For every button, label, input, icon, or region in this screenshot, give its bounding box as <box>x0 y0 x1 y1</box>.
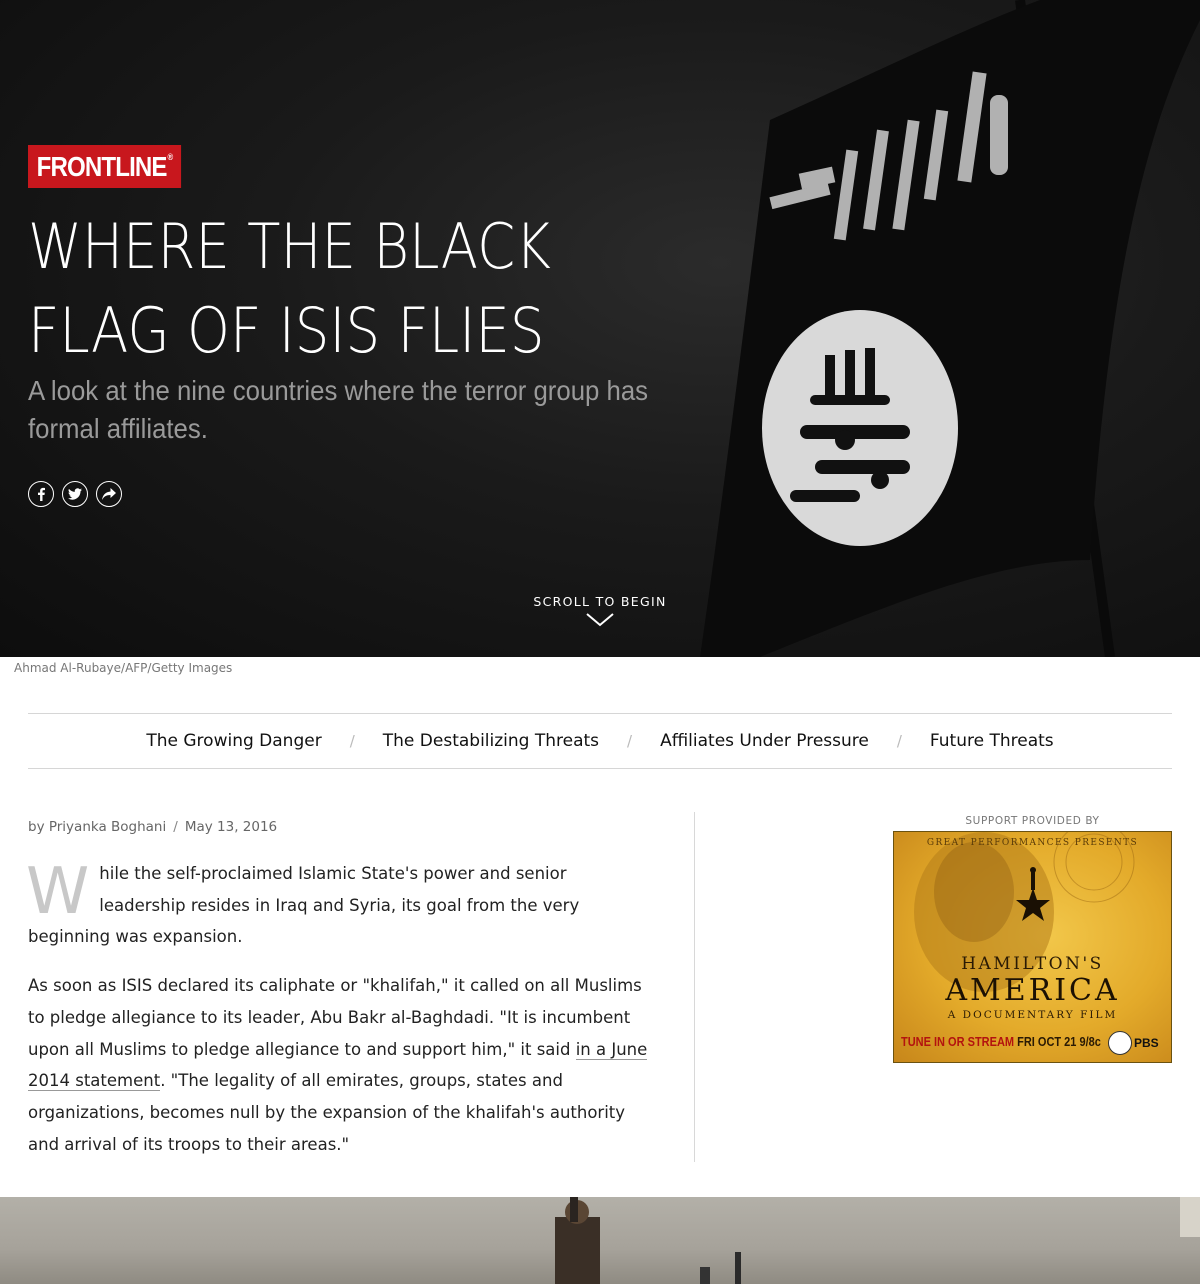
share-buttons <box>28 481 122 507</box>
nav-separator: / <box>349 732 355 750</box>
chapter-nav: The Growing Danger / The Destabilizing T… <box>28 713 1172 769</box>
photo-credit: Ahmad Al-Rubaye/AFP/Getty Images <box>14 661 233 675</box>
pbs-logo-icon <box>1108 1031 1132 1055</box>
ad-presenter: GREAT PERFORMANCES PRESENTS <box>926 838 1139 848</box>
chevron-down-icon <box>586 613 614 627</box>
paragraph-text: hile the self-proclaimed Islamic State's… <box>28 864 580 947</box>
ad-title-america: AMERICA <box>945 973 1120 1008</box>
scroll-to-begin[interactable]: SCROLL TO BEGIN <box>500 594 700 627</box>
facebook-icon[interactable] <box>28 481 54 507</box>
paragraph: While the self-proclaimed Islamic State'… <box>26 855 648 953</box>
paragraph-text: As soon as ISIS declared its caliphate o… <box>28 976 642 1059</box>
sponsor-label: SUPPORT PROVIDED BY <box>965 815 1100 827</box>
hero: FRONTLINE® WHERE THE BLACK FLAG OF ISIS … <box>0 0 1200 657</box>
twitter-icon[interactable] <box>62 481 88 507</box>
page-title: WHERE THE BLACK FLAG OF ISIS FLIES <box>28 210 551 367</box>
ad-portrait <box>914 832 1135 992</box>
section-photo <box>0 1197 1200 1284</box>
sponsor-ad[interactable]: GREAT PERFORMANCES PRESENTS HAMILTON'S A… <box>893 831 1172 1063</box>
page-subtitle: A look at the nine countries where the t… <box>28 375 649 444</box>
frontline-logo[interactable]: FRONTLINE® <box>28 145 181 188</box>
article-body: While the self-proclaimed Islamic State'… <box>26 855 648 1177</box>
nav-item-destabilizing-threats[interactable]: The Destabilizing Threats <box>383 731 599 751</box>
nav-item-future-threats[interactable]: Future Threats <box>930 731 1054 751</box>
byline-separator: / <box>173 819 178 835</box>
nav-separator: / <box>627 732 633 750</box>
column-divider <box>694 812 695 1162</box>
paragraph: As soon as ISIS declared its caliphate o… <box>28 970 648 1160</box>
author[interactable]: by Priyanka Boghani <box>28 819 166 835</box>
ad-title-hamilton: HAMILTON'S <box>961 954 1104 974</box>
byline: by Priyanka Boghani / May 13, 2016 <box>28 819 277 835</box>
drop-cap: W <box>26 855 90 929</box>
scroll-label: SCROLL TO BEGIN <box>533 594 667 609</box>
nav-item-affiliates-under-pressure[interactable]: Affiliates Under Pressure <box>660 731 869 751</box>
pbs-label: PBS <box>1134 1036 1159 1050</box>
ad-airtime: TUNE IN OR STREAM FRI OCT 21 9/8c <box>901 1035 1101 1049</box>
publish-date: May 13, 2016 <box>184 819 278 835</box>
nav-separator: / <box>896 732 902 750</box>
share-icon[interactable] <box>96 481 122 507</box>
ad-subtitle: A DOCUMENTARY FILM <box>947 1009 1118 1021</box>
fighters-photo <box>555 1197 1200 1284</box>
nav-item-growing-danger[interactable]: The Growing Danger <box>146 731 321 751</box>
